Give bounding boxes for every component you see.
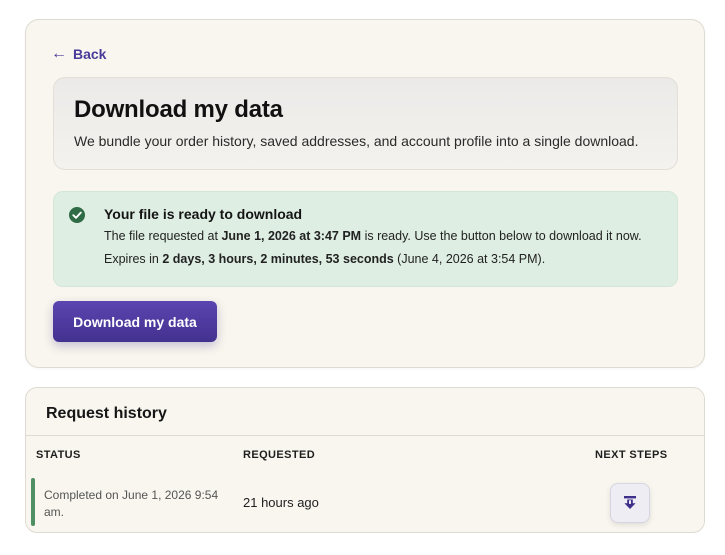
back-link-label: Back <box>73 46 107 62</box>
download-data-card: ← Back Download my data We bundle your o… <box>25 19 705 368</box>
column-header-requested: REQUESTED <box>243 449 316 461</box>
divider <box>26 435 704 436</box>
back-link[interactable]: ← Back <box>51 45 107 63</box>
notice-requested-time: June 1, 2026 at 3:47 PM <box>221 229 362 243</box>
notice-requested-line: The file requested at June 1, 2026 at 3:… <box>104 229 659 243</box>
row-requested: 21 hours ago <box>243 495 319 510</box>
ready-notice: Your file is ready to download The file … <box>53 191 678 287</box>
download-icon <box>624 496 636 509</box>
history-title: Request history <box>46 405 167 422</box>
page-title: Download my data <box>74 96 283 123</box>
row-download-button[interactable] <box>610 483 650 523</box>
check-circle-icon <box>69 207 85 223</box>
download-data-button[interactable]: Download my data <box>53 301 217 342</box>
request-history-panel: Request history STATUS REQUESTED NEXT ST… <box>25 387 705 533</box>
notice-line2-post: (June 4, 2026 at 3:54 PM). <box>393 252 546 266</box>
column-header-status: STATUS <box>36 449 81 461</box>
arrow-left-icon: ← <box>51 45 67 62</box>
column-header-next-steps: NEXT STEPS <box>595 449 668 461</box>
row-status-accent <box>31 478 35 526</box>
notice-line2-pre: Expires in <box>104 252 163 266</box>
notice-title: Your file is ready to download <box>104 206 303 222</box>
notice-expiry-line: Expires in 2 days, 3 hours, 2 minutes, 5… <box>104 252 659 266</box>
notice-line1-post: is ready. Use the button below to downlo… <box>361 229 642 243</box>
page-header: Download my data We bundle your order hi… <box>53 77 678 170</box>
expiry-countdown: 2 days, 3 hours, 2 minutes, 53 seconds <box>162 252 394 266</box>
row-status: Completed on June 1, 2026 9:54 am. <box>44 488 219 519</box>
notice-line1-pre: The file requested at <box>104 229 222 243</box>
page-description: We bundle your order history, saved addr… <box>74 133 639 149</box>
